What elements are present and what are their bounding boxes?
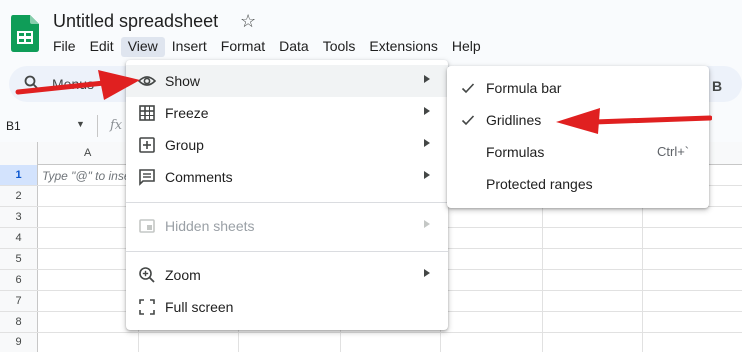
shortcut-label: Ctrl+` <box>657 144 690 159</box>
row-header-1[interactable]: 1 <box>0 165 37 185</box>
menu-item-group[interactable]: Group <box>126 129 448 161</box>
zoom-in-icon <box>139 267 155 283</box>
row-header-4[interactable]: 4 <box>0 228 37 248</box>
menu-file[interactable]: File <box>46 37 83 57</box>
row-header-7[interactable]: 7 <box>0 291 37 311</box>
menu-item-label: Comments <box>165 169 233 185</box>
star-icon[interactable]: ☆ <box>240 11 256 32</box>
submenu-arrow-icon <box>424 75 430 83</box>
menu-item-label: Hidden sheets <box>165 218 255 234</box>
row-header-9[interactable]: 9 <box>0 333 37 352</box>
submenu-arrow-icon <box>424 107 430 115</box>
divider <box>97 115 98 137</box>
menu-item-zoom[interactable]: Zoom <box>126 259 448 291</box>
gridline <box>0 332 742 333</box>
menu-extensions[interactable]: Extensions <box>362 37 444 57</box>
row-header-8[interactable]: 8 <box>0 312 37 332</box>
menu-tools[interactable]: Tools <box>316 37 363 57</box>
document-title[interactable]: Untitled spreadsheet <box>53 11 218 32</box>
menu-help[interactable]: Help <box>445 37 488 57</box>
annotation-arrow-icon <box>15 70 140 100</box>
menu-insert[interactable]: Insert <box>165 37 214 57</box>
bold-button[interactable]: B <box>712 78 722 94</box>
menu-item-label: Show <box>165 73 201 89</box>
menu-item-comments[interactable]: Comments <box>126 161 448 193</box>
comment-icon <box>139 169 155 186</box>
menu-divider <box>126 202 448 203</box>
submenu-item-formulas[interactable]: Formulas Ctrl+` <box>447 136 709 168</box>
menu-view[interactable]: View <box>120 37 165 57</box>
hidden-sheet-icon <box>139 219 155 233</box>
sheets-logo-icon[interactable] <box>11 15 39 52</box>
cell-a1-hint[interactable]: Type "@" to insert <box>42 169 126 183</box>
menu-item-label: Zoom <box>165 267 201 283</box>
column-header-a[interactable]: A <box>84 147 91 159</box>
name-box[interactable]: B1 <box>6 119 21 133</box>
row-header-6[interactable]: 6 <box>0 270 37 290</box>
menu-format[interactable]: Format <box>214 37 272 57</box>
menu-data[interactable]: Data <box>272 37 316 57</box>
submenu-arrow-icon <box>424 139 430 147</box>
fullscreen-icon <box>139 299 155 315</box>
freeze-grid-icon <box>139 105 155 121</box>
submenu-item-label: Formula bar <box>486 80 562 96</box>
submenu-item-protected-ranges[interactable]: Protected ranges <box>447 168 709 200</box>
row-header-2[interactable]: 2 <box>0 186 37 206</box>
menu-divider <box>126 251 448 252</box>
submenu-arrow-icon <box>424 220 430 228</box>
submenu-item-label: Gridlines <box>486 112 542 128</box>
menu-item-label: Group <box>165 137 204 153</box>
menu-item-show[interactable]: Show <box>126 65 448 97</box>
menu-item-label: Full screen <box>165 299 234 315</box>
fx-icon: fx <box>110 118 123 133</box>
check-icon <box>461 115 475 126</box>
menu-edit[interactable]: Edit <box>83 37 121 57</box>
group-plus-icon <box>139 137 155 153</box>
submenu-item-formula-bar[interactable]: Formula bar <box>447 72 709 104</box>
submenu-item-label: Protected ranges <box>486 176 593 192</box>
annotation-arrow-icon <box>556 108 712 134</box>
submenu-arrow-icon <box>424 171 430 179</box>
menu-item-hidden-sheets: Hidden sheets <box>126 210 448 242</box>
chevron-down-icon[interactable]: ▼ <box>76 119 85 129</box>
check-icon <box>461 83 475 94</box>
menu-bar: File Edit View Insert Format Data Tools … <box>46 37 488 57</box>
menu-item-label: Freeze <box>165 105 209 121</box>
menu-item-freeze[interactable]: Freeze <box>126 97 448 129</box>
menu-item-full-screen[interactable]: Full screen <box>126 291 448 323</box>
row-header-3[interactable]: 3 <box>0 207 37 227</box>
submenu-arrow-icon <box>424 269 430 277</box>
row-header-5[interactable]: 5 <box>0 249 37 269</box>
submenu-item-label: Formulas <box>486 144 545 160</box>
